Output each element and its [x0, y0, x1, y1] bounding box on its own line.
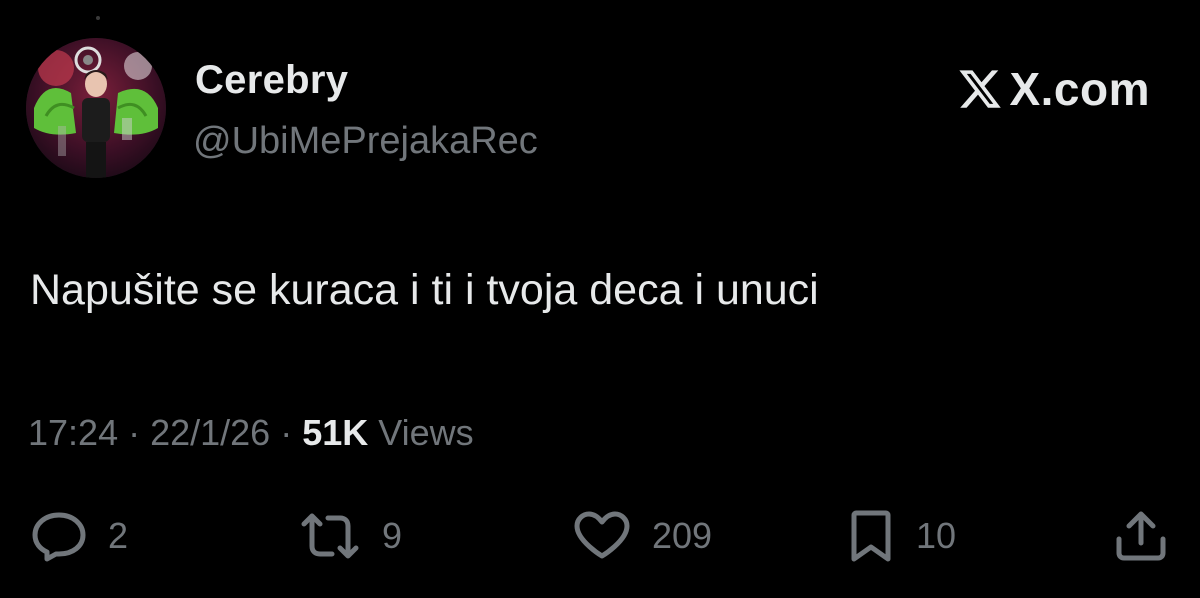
share-icon [1116, 511, 1166, 561]
bookmark-icon [851, 510, 891, 562]
tweet-time[interactable]: 17:24 [28, 412, 118, 453]
meta-separator: · [118, 412, 151, 453]
display-name[interactable]: Cerebry [195, 58, 348, 103]
reply-count: 2 [108, 515, 129, 556]
brand-logo: X.com [955, 62, 1150, 116]
tweet-date[interactable]: 22/1/26 [150, 412, 270, 453]
repost-icon [301, 513, 359, 559]
like-count: 209 [652, 515, 713, 556]
heart-icon [574, 511, 630, 559]
action-bar: 2 9 209 10 [0, 506, 1200, 566]
user-handle[interactable]: @UbiMePrejakaRec [193, 120, 538, 163]
reply-icon [32, 512, 86, 562]
tweet-meta: 17:24 · 22/1/26 · 51K Views [28, 412, 474, 454]
share-button[interactable] [1112, 506, 1170, 566]
tweet-card: Cerebry @UbiMePrejakaRec X.com Napušite … [0, 0, 1200, 598]
status-dot [96, 16, 100, 20]
tweet-text: Napušite se kuraca i ti i tvoja deca i u… [30, 266, 819, 314]
repost-button[interactable]: 9 [298, 506, 402, 566]
x-logo-icon [959, 70, 1002, 108]
avatar[interactable] [26, 38, 166, 178]
meta-separator: · [270, 412, 303, 453]
repost-count: 9 [382, 515, 403, 556]
performer-avatar [26, 38, 166, 178]
bookmark-button[interactable]: 10 [846, 506, 956, 566]
like-button[interactable]: 209 [572, 506, 712, 566]
brand-text: X.com [1009, 63, 1150, 115]
bookmark-count: 10 [916, 515, 957, 556]
views-label: Views [368, 412, 474, 453]
views-count[interactable]: 51K [302, 412, 368, 453]
reply-button[interactable]: 2 [30, 506, 128, 566]
